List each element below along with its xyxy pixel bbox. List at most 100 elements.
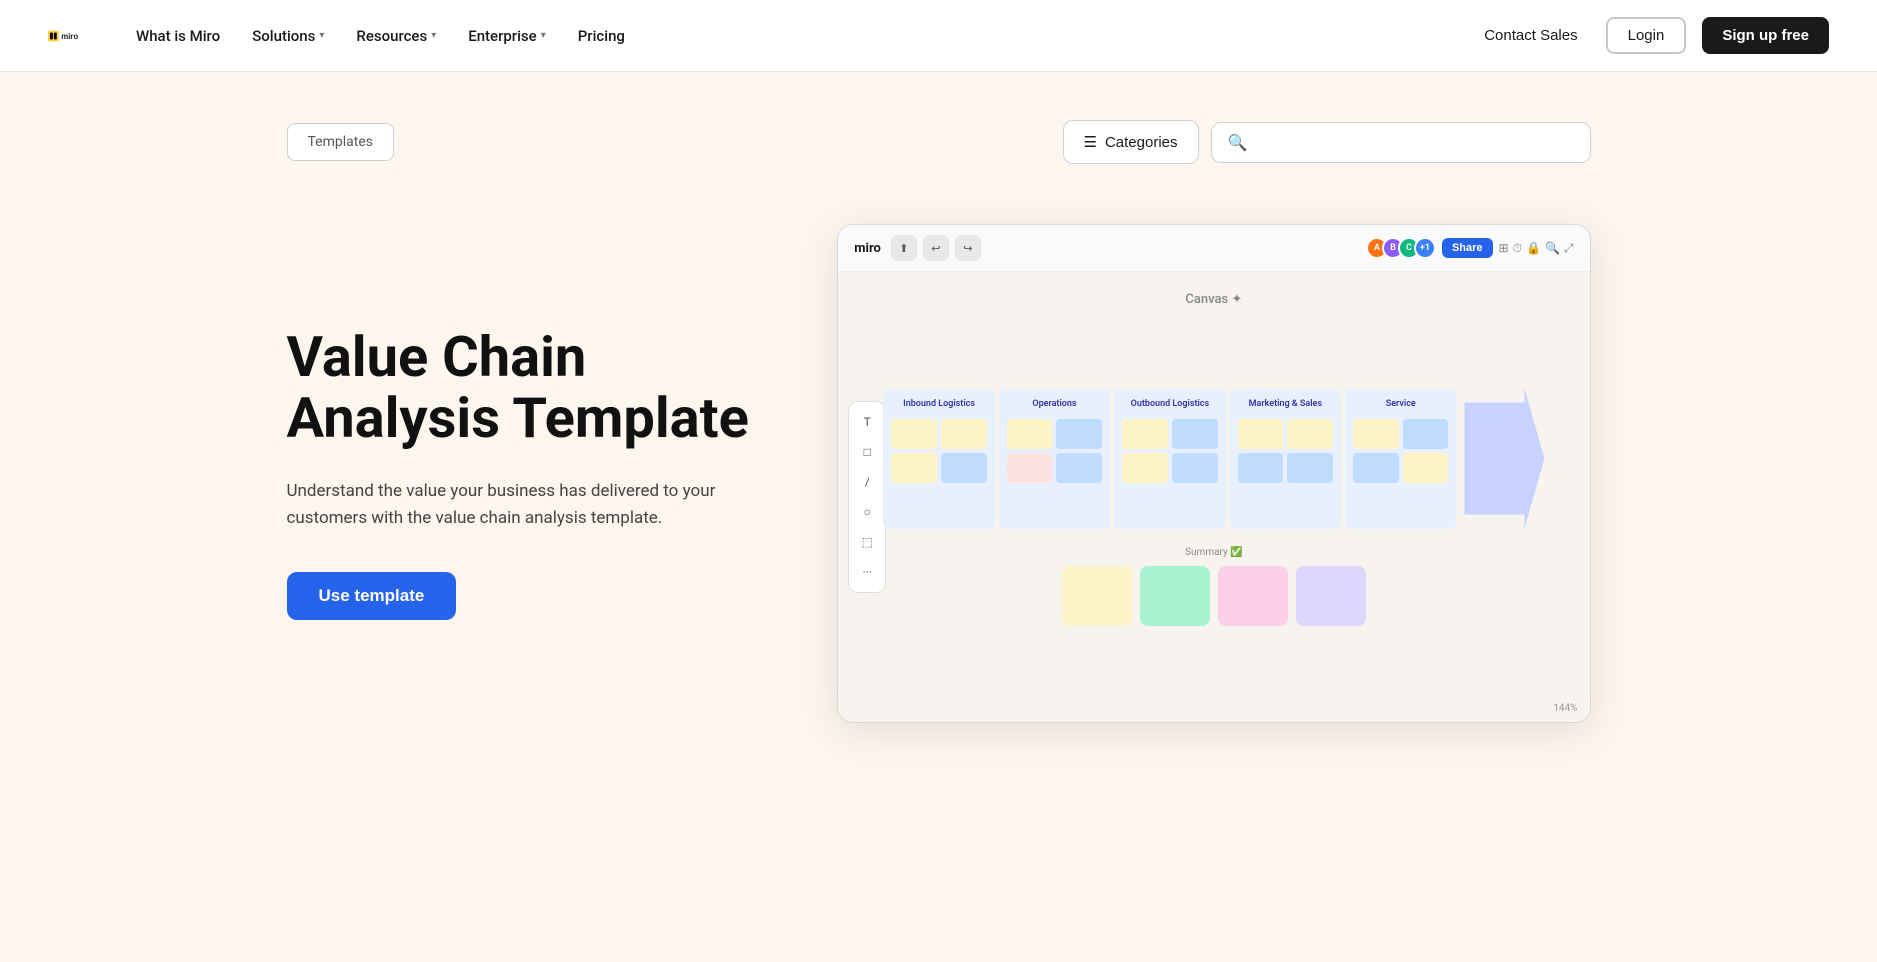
nav-link-label: Resources (356, 27, 427, 45)
signup-button[interactable]: Sign up free (1702, 17, 1829, 54)
use-template-button[interactable]: Use template (287, 572, 457, 620)
toolbar-small-icons: ⊞ ⏱ 🔒 🔍 ⤢ (1499, 241, 1574, 256)
shape-tool[interactable]: □ (853, 438, 881, 466)
grid-icon: ⊞ (1499, 241, 1509, 255)
breadcrumb[interactable]: Templates (287, 123, 395, 161)
template-preview: miro ⬆ ↩ ↪ A B C +1 Share (837, 224, 1590, 723)
redo-icon-btn[interactable]: ↪ (955, 235, 981, 261)
timer-icon: ⏱ (1513, 241, 1522, 256)
arrow-shape (1464, 389, 1544, 529)
sticky-note (1122, 453, 1168, 483)
nav-item-what-is-miro[interactable]: What is Miro (124, 19, 232, 53)
more-tools[interactable]: ··· (853, 558, 881, 586)
chain-section-operations: Operations (999, 389, 1110, 529)
sticky-tool[interactable]: ○ (853, 498, 881, 526)
sticky-notes (1007, 419, 1102, 483)
preview-toolbar: miro ⬆ ↩ ↪ A B C +1 Share (838, 225, 1589, 272)
summary-card-cost (1296, 566, 1366, 626)
summary-section: Summary ✅ (883, 547, 1544, 626)
nav-link-label: Enterprise (468, 27, 536, 45)
filter-icon: ☰ (1084, 133, 1097, 151)
navbar: miro What is Miro Solutions ▾ Resources … (0, 0, 1877, 72)
section-header: Inbound Logistics (891, 399, 986, 409)
hero-content: Value Chain Analysis Template Understand… (287, 327, 758, 621)
sticky-note (1007, 419, 1053, 449)
hero-description: Understand the value your business has d… (287, 478, 758, 532)
sticky-note (1287, 453, 1333, 483)
sticky-note (941, 419, 987, 449)
summary-label: Summary ✅ (883, 547, 1544, 558)
sticky-notes (1122, 419, 1217, 483)
top-bar: Templates ☰ Categories 🔍 (287, 120, 1591, 164)
nav-links: What is Miro Solutions ▾ Resources ▾ Ent… (124, 19, 637, 53)
lock-icon: 🔒 (1526, 241, 1541, 255)
search-categories-bar: ☰ Categories 🔍 (1063, 120, 1591, 164)
sticky-note (1007, 453, 1053, 483)
pen-tool[interactable]: / (853, 468, 881, 496)
chevron-down-icon: ▾ (431, 30, 436, 41)
summary-card-competitive (1062, 566, 1132, 626)
search-icon: 🔍 (1228, 133, 1248, 152)
chain-section-inbound: Inbound Logistics (883, 389, 994, 529)
sticky-note (891, 419, 937, 449)
nav-left: miro What is Miro Solutions ▾ Resources … (48, 14, 637, 58)
sticky-note (1403, 453, 1449, 483)
summary-cards (883, 566, 1544, 626)
nav-item-pricing[interactable]: Pricing (566, 19, 637, 53)
frame-tool[interactable]: ⬚ (853, 528, 881, 556)
sticky-note (1238, 453, 1284, 483)
categories-button[interactable]: ☰ Categories (1063, 120, 1199, 164)
sticky-note (1238, 419, 1284, 449)
svg-text:miro: miro (61, 31, 78, 40)
sticky-note (1122, 419, 1168, 449)
sticky-note (1353, 419, 1399, 449)
nav-right: Contact Sales Login Sign up free (1472, 17, 1829, 54)
section-header: Service (1353, 399, 1448, 409)
nav-item-solutions[interactable]: Solutions ▾ (240, 19, 336, 53)
sticky-notes (1238, 419, 1333, 483)
main-container: Templates ☰ Categories 🔍 Value Chain Ana… (239, 72, 1639, 783)
search-input[interactable] (1257, 134, 1573, 151)
avatar: +1 (1414, 237, 1436, 259)
summary-card-value-chain (1140, 566, 1210, 626)
miro-logo-icon: miro (48, 14, 92, 58)
sticky-note (941, 453, 987, 483)
contact-sales-button[interactable]: Contact Sales (1472, 19, 1589, 52)
categories-label: Categories (1105, 134, 1178, 151)
sticky-notes (1353, 419, 1448, 483)
chain-section-marketing: Marketing & Sales (1230, 389, 1341, 529)
chain-sections: Inbound Logistics Operations (883, 389, 1544, 529)
logo[interactable]: miro (48, 14, 92, 58)
chevron-down-icon: ▾ (541, 30, 546, 41)
toolbar-right: A B C +1 Share ⊞ ⏱ 🔒 🔍 ⤢ (1366, 237, 1574, 259)
share-icon-btn[interactable]: ⬆ (891, 235, 917, 261)
zoom-indicator: 144% (1553, 703, 1577, 714)
undo-icon-btn[interactable]: ↩ (923, 235, 949, 261)
text-tool[interactable]: T (853, 408, 881, 436)
sticky-note (1056, 453, 1102, 483)
page-title: Value Chain Analysis Template (287, 327, 758, 450)
toolbar-action-icons: ⬆ ↩ ↪ (891, 235, 981, 261)
sticky-notes (891, 419, 986, 483)
nav-item-resources[interactable]: Resources ▾ (344, 19, 448, 53)
search-box[interactable]: 🔍 (1211, 122, 1591, 163)
section-header: Outbound Logistics (1122, 399, 1217, 409)
section-header: Marketing & Sales (1238, 399, 1333, 409)
login-button[interactable]: Login (1606, 17, 1687, 54)
nav-link-label: Solutions (252, 27, 315, 45)
sticky-note (891, 453, 937, 483)
value-chain-diagram: Inbound Logistics Operations (883, 389, 1544, 626)
nav-item-enterprise[interactable]: Enterprise ▾ (456, 19, 558, 53)
sticky-note (1056, 419, 1102, 449)
chain-section-outbound: Outbound Logistics (1114, 389, 1225, 529)
sticky-note (1353, 453, 1399, 483)
sticky-note (1403, 419, 1449, 449)
hero-section: Value Chain Analysis Template Understand… (287, 224, 1591, 723)
chevron-down-icon: ▾ (319, 30, 324, 41)
summary-card-input (1218, 566, 1288, 626)
canvas-label: Canvas ✦ (1185, 292, 1242, 307)
tool-panel: T □ / ○ ⬚ ··· (848, 401, 886, 593)
search-icon: 🔍 (1545, 241, 1560, 255)
toolbar-left: miro ⬆ ↩ ↪ (854, 235, 981, 261)
share-button[interactable]: Share (1442, 238, 1493, 258)
